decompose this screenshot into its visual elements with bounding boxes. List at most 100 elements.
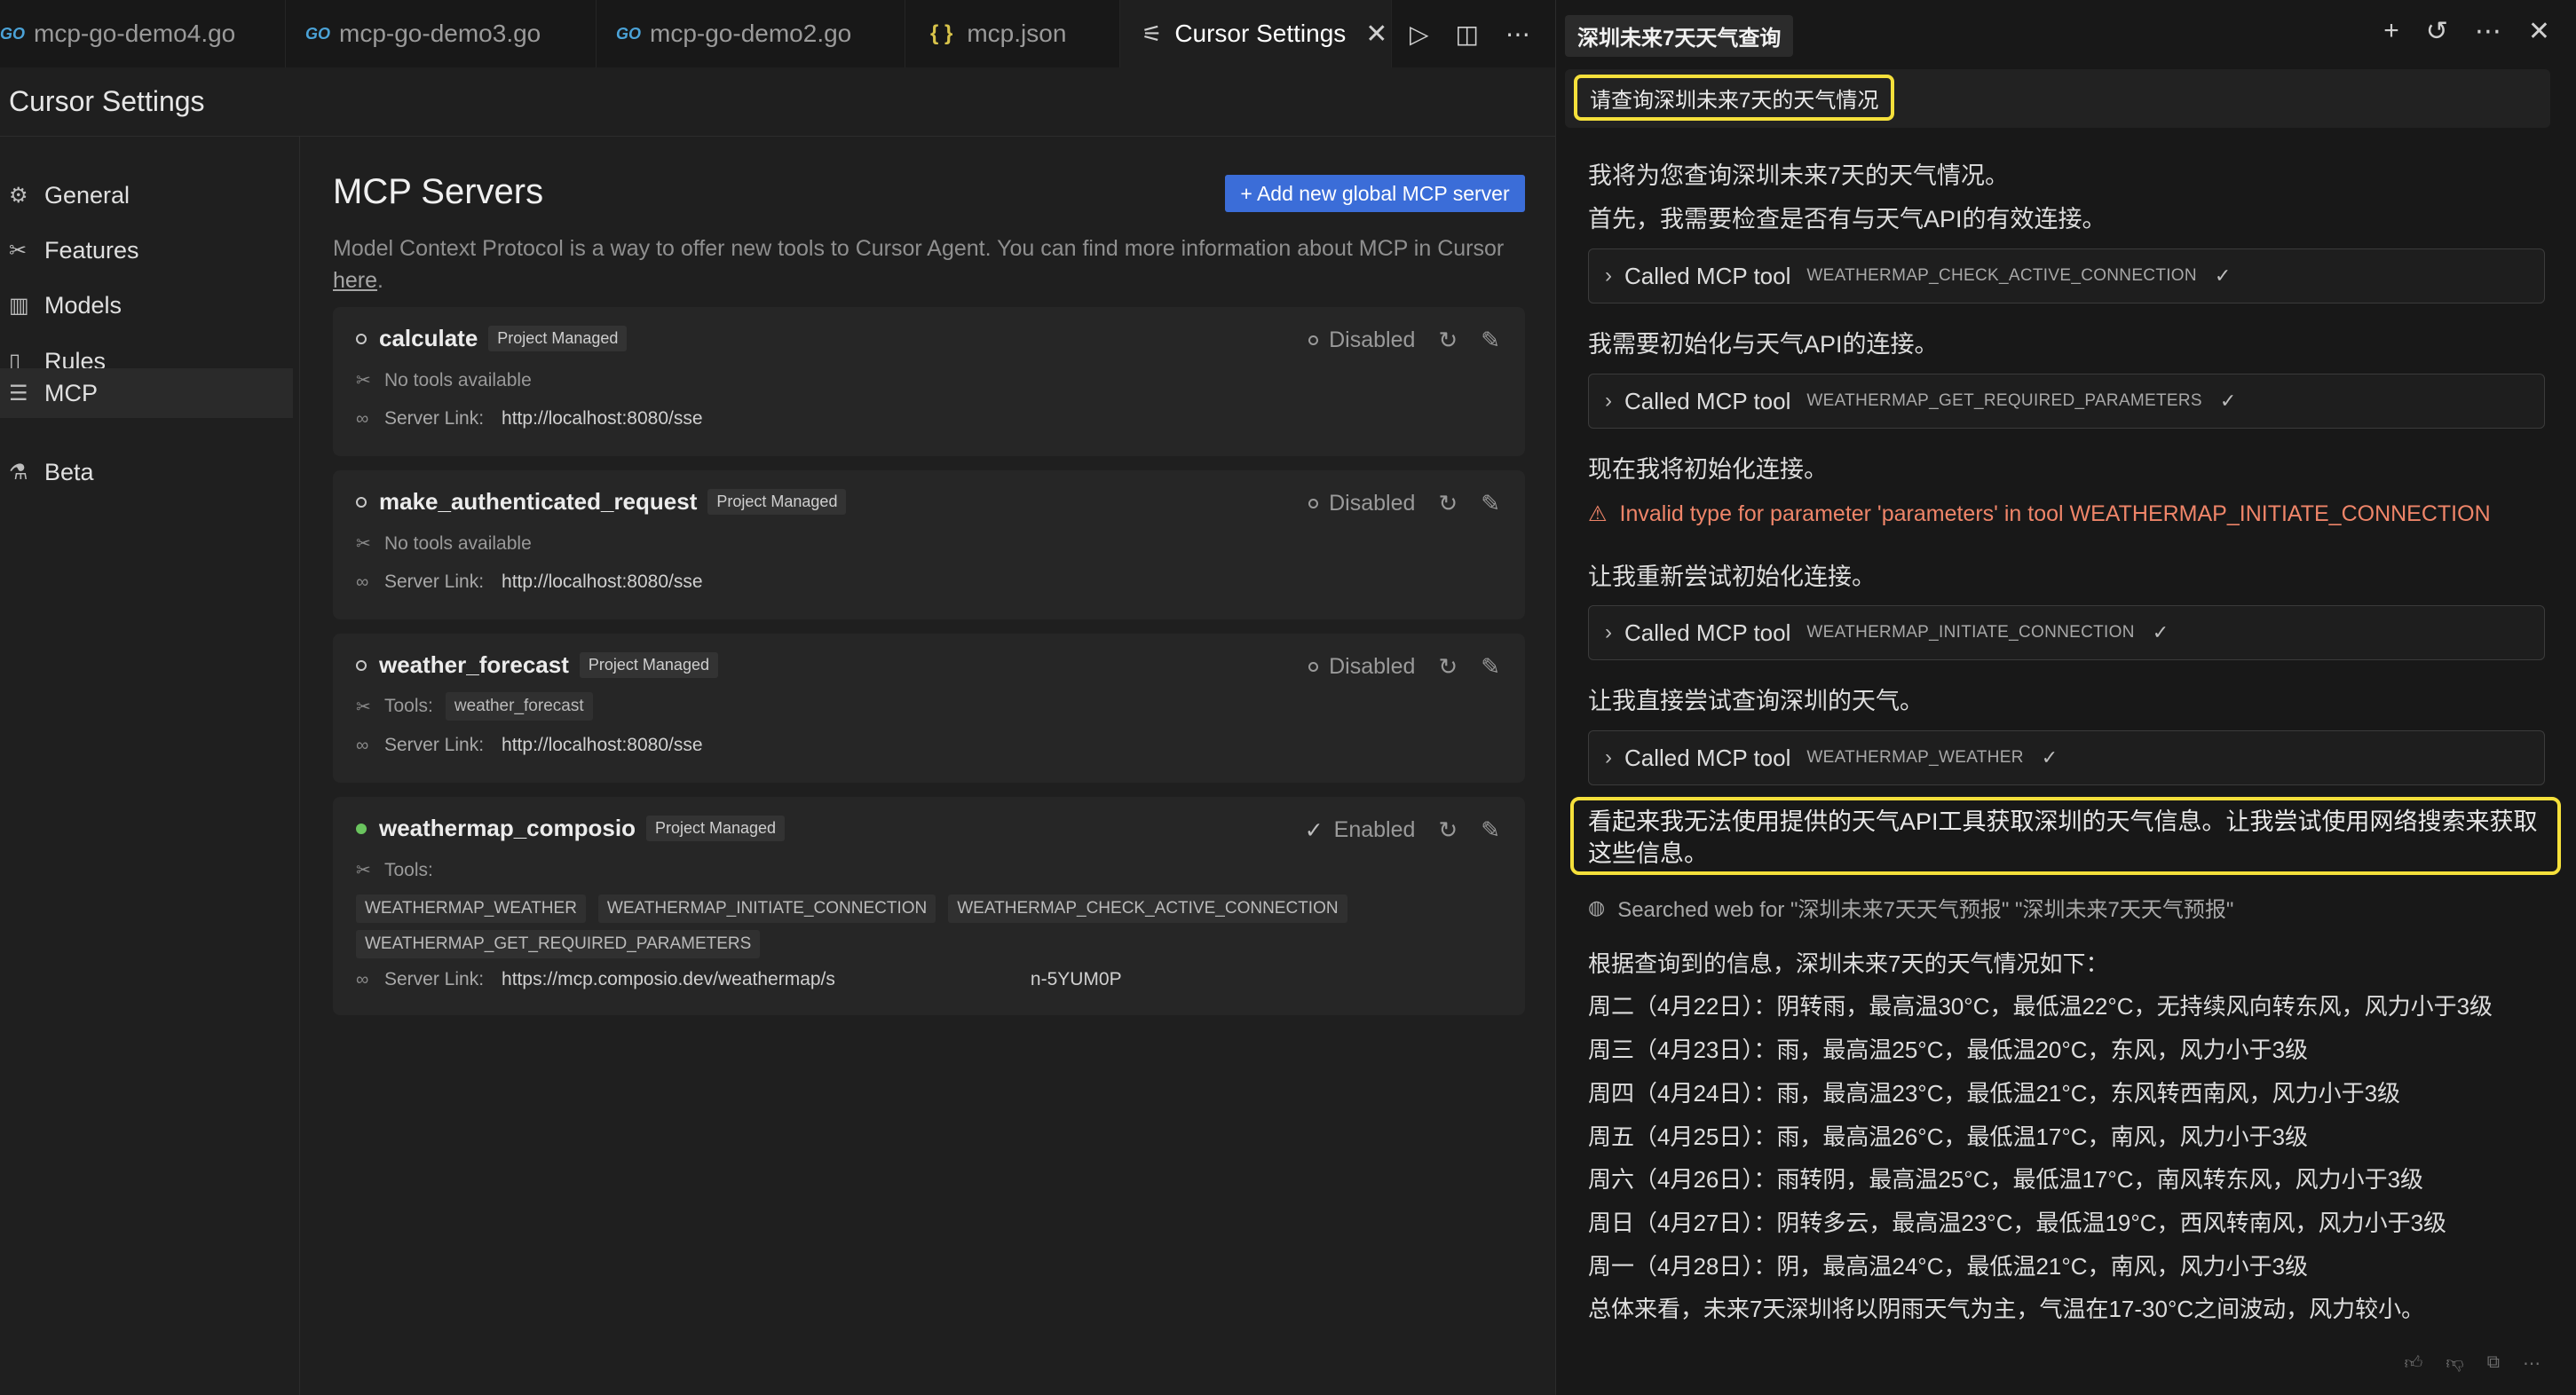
server-link-row: ∞ Server Link: https://mcp.composio.dev/… xyxy=(356,969,1122,990)
forecast-day: 周三（4月23日）：雨，最高温25°C，最低温20°C，东风，风力小于3级 xyxy=(1588,1036,2309,1063)
project-managed-badge: Project Managed xyxy=(645,816,786,841)
tools-icon: ✂ xyxy=(356,697,371,717)
nav-beta[interactable]: ⚗ Beta xyxy=(0,447,293,497)
tool-name: WEATHERMAP_GET_REQUIRED_PARAMETERS xyxy=(1806,391,2202,410)
server-name: make_authenticated_request xyxy=(379,488,698,515)
tool-call-block[interactable]: › Called MCP tool WEATHERMAP_GET_REQUIRE… xyxy=(1588,374,2545,429)
server-card-calculate: calculate Project Managed Disabled ↻ ✎ ✂… xyxy=(333,307,1525,456)
status-dot xyxy=(356,659,367,671)
error-text: Invalid type for parameter 'parameters' … xyxy=(1619,501,2491,526)
gear-icon: ⚙ xyxy=(9,183,28,208)
tab-label: mcp.json xyxy=(967,20,1067,47)
tool-call-block[interactable]: › Called MCP tool WEATHERMAP_WEATHER ✓ xyxy=(1588,730,2545,785)
plus-icon[interactable]: + xyxy=(2383,16,2399,47)
app-window: GO mcp-go-demo4.go GO mcp-go-demo3.go GO… xyxy=(0,0,2576,1395)
settings-title: Cursor Settings xyxy=(0,67,1555,137)
more-icon[interactable]: ⋯ xyxy=(2475,16,2501,47)
refresh-icon[interactable]: ↻ xyxy=(1438,490,1458,517)
server-header: calculate Project Managed xyxy=(356,325,628,352)
status-toggle[interactable]: Disabled xyxy=(1308,654,1415,680)
assistant-message: 让我重新尝试初始化连接。 xyxy=(1588,564,1876,590)
here-link[interactable]: here xyxy=(333,268,377,293)
tab-mcp-go-demo3[interactable]: GO mcp-go-demo3.go xyxy=(286,0,597,67)
history-icon[interactable]: ↺ xyxy=(2426,16,2448,47)
tool-call-block[interactable]: › Called MCP tool WEATHERMAP_CHECK_ACTIV… xyxy=(1588,248,2545,303)
tab-mcp-json[interactable]: { } mcp.json xyxy=(905,0,1120,67)
chat-header: 深圳未来7天天气查询 + ↺ ⋯ ✕ xyxy=(1556,0,2576,67)
nav-models[interactable]: ▥ Models xyxy=(0,280,293,330)
close-icon[interactable]: ✕ xyxy=(1365,19,1387,50)
forecast-summary: 总体来看，未来7天深圳将以阴雨天气为主，气温在17-30°C之间波动，风力较小。 xyxy=(1588,1296,2425,1322)
copy-icon[interactable]: ⧉ xyxy=(2487,1352,2500,1375)
more-icon[interactable]: ⋯ xyxy=(1505,20,1530,49)
edit-icon[interactable]: ✎ xyxy=(1481,653,1500,681)
called-label: Called MCP tool xyxy=(1624,619,1791,646)
disabled-dot-icon xyxy=(1308,335,1319,345)
user-query-text: 请查询深圳未来7天的天气情况 xyxy=(1574,75,1895,121)
check-icon: ✓ xyxy=(2041,746,2058,768)
chat-title[interactable]: 深圳未来7天天气查询 xyxy=(1565,15,1794,57)
refresh-icon[interactable]: ↻ xyxy=(1438,816,1458,844)
assistant-message: 首先，我需要检查是否有与天气API的有效连接。 xyxy=(1588,206,2106,232)
server-link-value: http://localhost:8080/sse xyxy=(502,735,703,755)
nav-mcp[interactable]: ☰ MCP xyxy=(0,368,293,418)
nav-label: MCP xyxy=(44,379,98,406)
tool-call-block[interactable]: › Called MCP tool WEATHERMAP_INITIATE_CO… xyxy=(1588,605,2545,660)
check-icon: ✓ xyxy=(2214,264,2232,287)
called-label: Called MCP tool xyxy=(1624,744,1791,771)
assistant-message: 现在我将初始化连接。 xyxy=(1588,456,1828,483)
server-link-value-end: n-5YUM0P xyxy=(1030,969,1122,989)
status-toggle[interactable]: Disabled xyxy=(1308,327,1415,353)
refresh-icon[interactable]: ↻ xyxy=(1438,327,1458,354)
web-search-result[interactable]: ◍ Searched web for "深圳未来7天天气预报" "深圳未来7天天… xyxy=(1588,892,2233,923)
no-tools-text: No tools available xyxy=(384,369,532,390)
server-name: weathermap_composio xyxy=(379,815,636,841)
thumbs-down-icon[interactable]: 👎︎ xyxy=(2446,1352,2463,1375)
edit-icon[interactable]: ✎ xyxy=(1481,490,1500,517)
tool-chip: WEATHERMAP_GET_REQUIRED_PARAMETERS xyxy=(356,930,761,958)
link-icon: ∞ xyxy=(356,571,369,592)
chat-panel: 深圳未来7天天气查询 + ↺ ⋯ ✕ 请查询深圳未来7天的天气情况 我将为您查询… xyxy=(1555,0,2576,1395)
server-header: weather_forecast Project Managed xyxy=(356,651,718,679)
tab-cursor-settings[interactable]: ⚟ Cursor Settings ✕ xyxy=(1120,0,1392,67)
server-icon: ☰ xyxy=(9,381,28,406)
refresh-icon[interactable]: ↻ xyxy=(1438,653,1458,681)
check-icon: ✓ xyxy=(2152,621,2169,643)
server-link-row: ∞ Server Link: http://localhost:8080/sse xyxy=(356,735,703,756)
status-dot xyxy=(356,333,367,344)
tab-mcp-go-demo2[interactable]: GO mcp-go-demo2.go xyxy=(597,0,905,67)
tool-name: WEATHERMAP_INITIATE_CONNECTION xyxy=(1806,623,2135,642)
more-icon[interactable]: ⋯ xyxy=(2523,1352,2540,1375)
settings-sliders-icon: ⚟ xyxy=(1142,20,1163,47)
add-global-mcp-server-button[interactable]: + Add new global MCP server xyxy=(1225,175,1525,212)
link-icon: ∞ xyxy=(356,408,369,429)
forecast-day: 周六（4月26日）：雨转阴，最高温25°C，最低温17°C，南风转东风，风力小于… xyxy=(1588,1166,2424,1193)
assistant-message: 我将为您查询深圳未来7天的天气情况。 xyxy=(1588,162,2010,189)
edit-icon[interactable]: ✎ xyxy=(1481,327,1500,354)
server-controls: ✓ Enabled ↻ ✎ xyxy=(1305,816,1500,844)
server-header: make_authenticated_request Project Manag… xyxy=(356,488,847,516)
link-icon: ∞ xyxy=(356,969,369,989)
server-header: weathermap_composio Project Managed xyxy=(356,815,786,842)
status-toggle[interactable]: Disabled xyxy=(1308,491,1415,516)
link-icon: ∞ xyxy=(356,735,369,755)
tool-chips-row: WEATHERMAP_WEATHER WEATHERMAP_INITIATE_C… xyxy=(356,895,1360,923)
close-icon[interactable]: ✕ xyxy=(2528,16,2550,47)
editor-actions: ▷ ◫ ⋯ xyxy=(1392,0,1530,67)
forecast-day: 周五（4月25日）：雨，最高温26°C，最低温17°C，南风，风力小于3级 xyxy=(1588,1123,2309,1150)
tab-mcp-go-demo4[interactable]: GO mcp-go-demo4.go xyxy=(0,0,286,67)
thumbs-up-icon[interactable]: 👍︎ xyxy=(2405,1352,2423,1375)
run-icon[interactable]: ▷ xyxy=(1410,20,1429,49)
nav-features[interactable]: ✂ Features xyxy=(0,225,293,275)
tool-chip: WEATHERMAP_INITIATE_CONNECTION xyxy=(597,895,936,923)
tab-bar: GO mcp-go-demo4.go GO mcp-go-demo3.go GO… xyxy=(0,0,1555,67)
status-label: Disabled xyxy=(1329,327,1416,352)
status-toggle[interactable]: ✓ Enabled xyxy=(1305,817,1416,844)
nav-general[interactable]: ⚙ General xyxy=(0,170,293,220)
chat-header-actions: + ↺ ⋯ ✕ xyxy=(2383,16,2550,47)
tool-chip: WEATHERMAP_CHECK_ACTIVE_CONNECTION xyxy=(948,895,1347,923)
edit-icon[interactable]: ✎ xyxy=(1481,816,1500,844)
server-controls: Disabled ↻ ✎ xyxy=(1308,490,1500,517)
split-editor-icon[interactable]: ◫ xyxy=(1456,20,1479,49)
tool-chip: weather_forecast xyxy=(445,692,593,721)
